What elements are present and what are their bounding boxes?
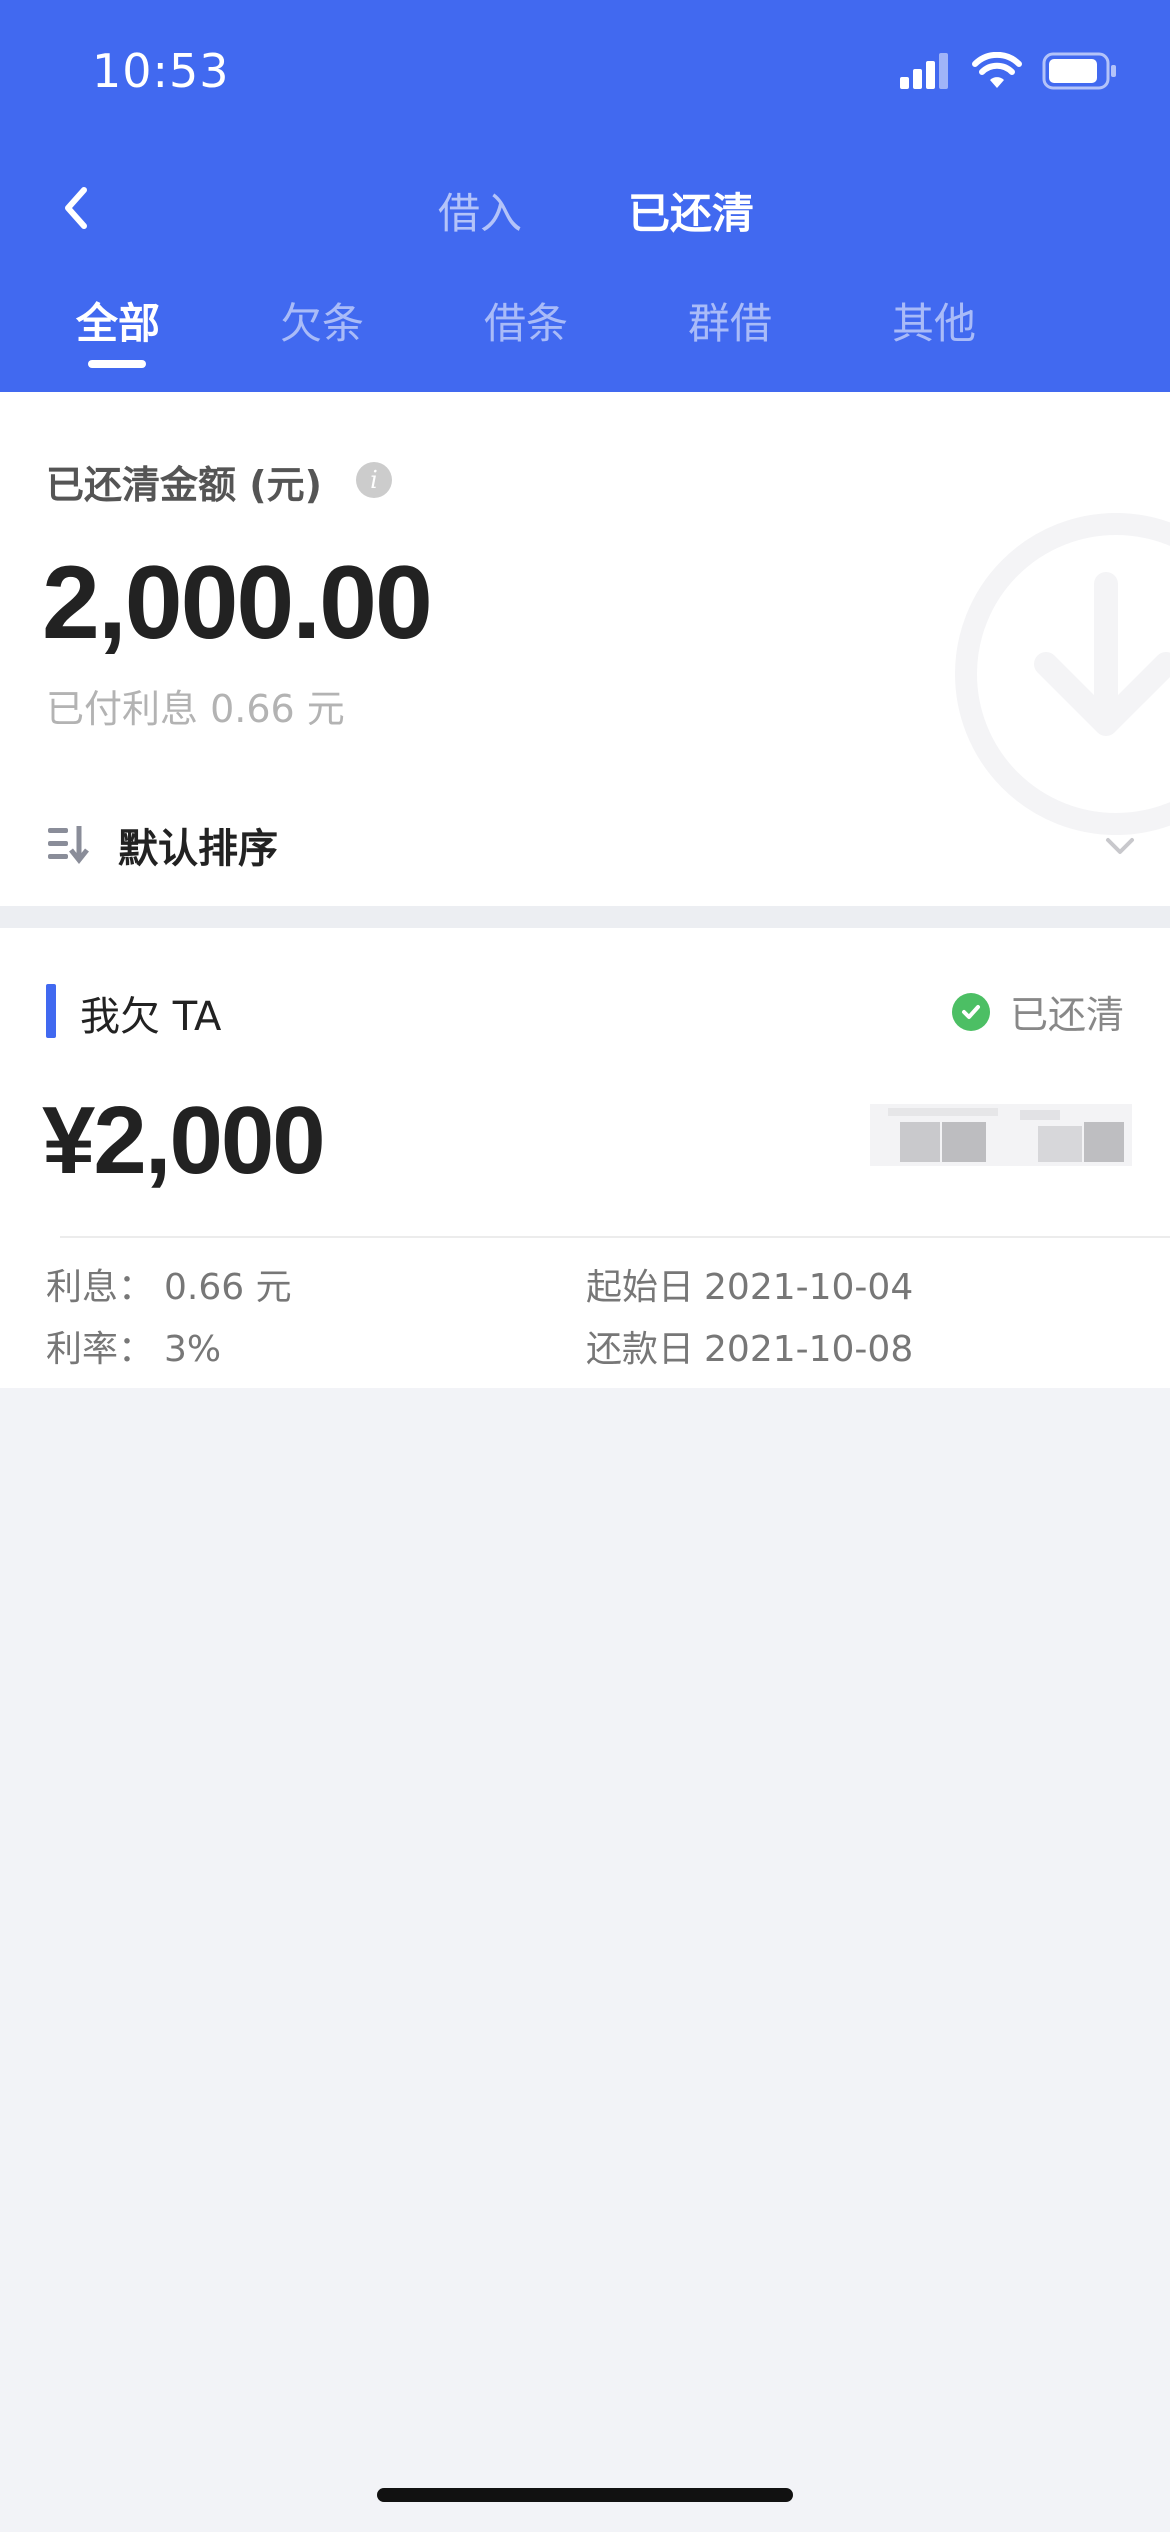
card-accent-bar <box>46 984 56 1038</box>
category-tab-group-loan[interactable]: 群借 <box>688 290 772 351</box>
interest-paid-text: 已付利息 0.66 元 <box>46 687 345 731</box>
start-date-label: 起始日 <box>586 1267 695 1308</box>
interest-detail: 利息： 0.66 元 <box>46 1258 292 1310</box>
home-indicator[interactable] <box>377 2488 793 2502</box>
status-time: 10:53 <box>92 44 230 98</box>
card-amount: ¥2,000 <box>42 1087 326 1194</box>
rate-value: 3% <box>164 1329 222 1370</box>
status-text: 已还清 <box>1009 993 1124 1037</box>
active-tab-indicator <box>88 360 146 368</box>
chevron-down-icon <box>1106 838 1134 854</box>
check-circle-icon <box>951 992 990 1031</box>
category-tab-loan-note[interactable]: 借条 <box>484 290 568 351</box>
interest-value: 0.66 元 <box>164 1267 292 1308</box>
redacted-name-area <box>870 1104 1132 1166</box>
section-divider <box>0 906 1170 928</box>
sort-icon <box>48 826 89 865</box>
rate-detail: 利率： 3% <box>46 1320 221 1372</box>
card-divider <box>60 1236 1170 1238</box>
rate-label: 利率： <box>46 1329 155 1370</box>
start-date-detail: 起始日 2021-10-04 <box>586 1258 913 1310</box>
category-tab-iou[interactable]: 欠条 <box>280 290 364 351</box>
summary-panel: 已还清金额 (元) i 2,000.00 已付利息 0.66 元 默认排序 <box>0 392 1170 906</box>
sort-label: 默认排序 <box>118 826 278 872</box>
card-title: 我欠 TA <box>80 994 222 1040</box>
sort-selector[interactable]: 默认排序 <box>0 792 1170 906</box>
interest-label: 利息： <box>46 1267 155 1308</box>
repay-date-detail: 还款日 2021-10-08 <box>586 1320 913 1372</box>
status-icons <box>900 52 1118 90</box>
repay-date-label: 还款日 <box>586 1329 695 1370</box>
wifi-icon <box>972 52 1022 88</box>
battery-icon <box>1042 52 1116 90</box>
paid-amount-value: 2,000.00 <box>42 545 433 661</box>
repay-date-value: 2021-10-08 <box>704 1329 914 1370</box>
status-badge: 已还清 <box>951 984 1124 1039</box>
tab-borrow-in[interactable]: 借入 <box>438 180 522 241</box>
category-tab-other[interactable]: 其他 <box>892 290 976 351</box>
header: 10:53 借入 已还清 全部 欠条 借条 群借 其他 <box>0 0 1170 392</box>
category-tab-all[interactable]: 全部 <box>76 290 160 351</box>
info-icon[interactable]: i <box>356 462 392 498</box>
loan-record-card[interactable]: 我欠 TA 已还清 ¥2,000 利息： 0.66 元 利率： 3% 起始日 2021… <box>0 928 1170 1388</box>
top-tabs: 借入 已还清 <box>0 180 1170 240</box>
paid-amount-label: 已还清金额 (元) <box>46 463 322 507</box>
tab-paid-off[interactable]: 已还清 <box>628 180 754 241</box>
start-date-value: 2021-10-04 <box>704 1267 914 1308</box>
signal-icon <box>900 53 948 89</box>
